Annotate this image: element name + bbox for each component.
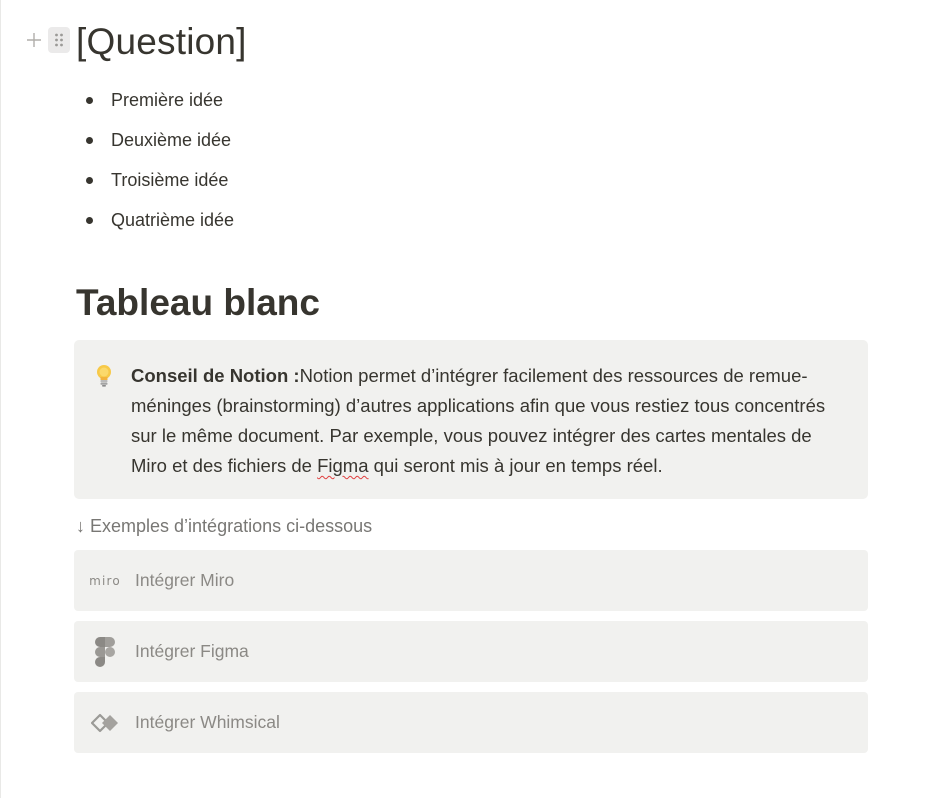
misspelled-word: Figma [317,455,369,476]
ideas-list: Première idée Deuxième idée Troisième id… [86,80,234,240]
block-handles [24,27,70,53]
list-item[interactable]: Troisième idée [86,160,234,200]
whimsical-icon [88,713,122,733]
embed-whimsical-button[interactable]: Intégrer Whimsical [74,692,868,753]
question-heading[interactable]: [Question] [76,18,247,66]
bullet-icon [86,136,93,144]
sidebar-divider [0,0,1,798]
notion-page: [Question] Première idée Deuxième idée T… [0,0,927,798]
bullet-icon [86,96,93,104]
callout-bold-label: Conseil de Notion : [131,365,300,386]
list-item[interactable]: Quatrième idée [86,200,234,240]
list-item[interactable]: Première idée [86,80,234,120]
embed-figma-label: Intégrer Figma [135,641,249,661]
list-item-text: Troisième idée [111,169,229,190]
tip-callout[interactable]: Conseil de Notion :Notion permet d’intég… [74,340,868,499]
list-item[interactable]: Deuxième idée [86,120,234,160]
callout-body-end: qui seront mis à jour en temps réel. [368,455,663,476]
miro-icon-text: miro [89,573,121,588]
miro-icon: miro [88,574,122,588]
bullet-icon [86,176,93,184]
callout-text: Conseil de Notion :Notion permet d’intég… [131,361,851,481]
list-item-text: Quatrième idée [111,209,235,230]
list-item-text: Première idée [111,89,224,110]
examples-caption: ↓ Exemples d’intégrations ci-dessous [76,516,373,536]
lightbulb-icon [94,364,114,388]
section-heading[interactable]: Tableau blanc [76,281,320,325]
drag-handle[interactable] [48,27,70,53]
embed-miro-label: Intégrer Miro [135,570,235,590]
figma-icon [88,636,122,667]
embed-whimsical-label: Intégrer Whimsical [135,712,280,732]
embed-figma-button[interactable]: Intégrer Figma [74,621,868,682]
bullet-icon [86,216,93,224]
plus-icon [27,33,41,47]
embed-miro-button[interactable]: miro Intégrer Miro [74,550,868,611]
add-block-button[interactable] [24,28,44,52]
drag-dots-icon [55,33,63,47]
list-item-text: Deuxième idée [111,129,232,150]
